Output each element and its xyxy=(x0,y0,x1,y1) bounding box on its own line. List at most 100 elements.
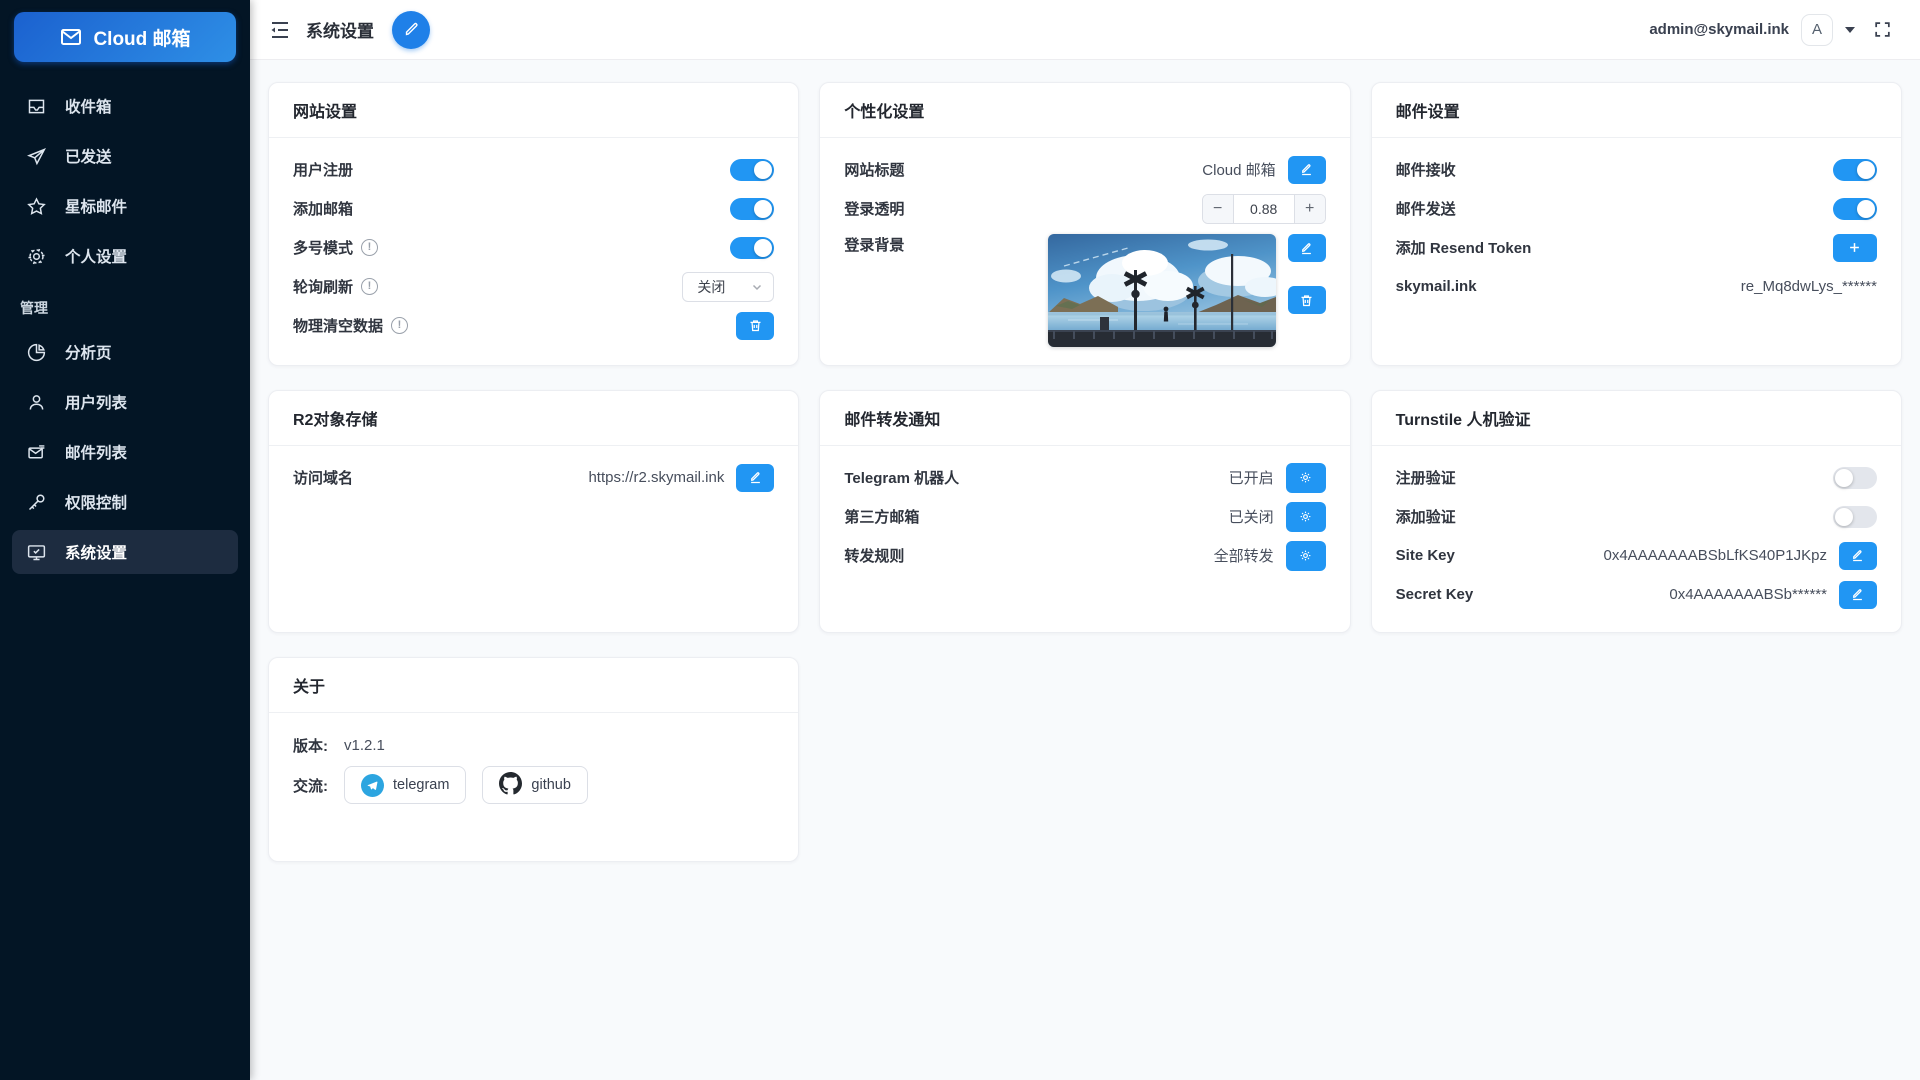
delete-background-button[interactable] xyxy=(1288,286,1326,314)
sidebar-item-label: 星标邮件 xyxy=(65,195,127,217)
menu-fold-icon[interactable] xyxy=(268,18,292,42)
github-link-button[interactable]: github xyxy=(482,766,588,804)
sidebar-item-mail-list[interactable]: 邮件列表 xyxy=(12,430,238,474)
add-mailbox-toggle[interactable] xyxy=(730,198,774,220)
setting-row-multi-mode: 多号模式! xyxy=(293,228,774,267)
about-version-row: 版本: v1.2.1 xyxy=(293,725,774,765)
app-logo-label: Cloud 邮箱 xyxy=(93,24,190,51)
card-r2-storage: R2对象存储 访问域名 https://r2.skymail.ink xyxy=(268,390,799,633)
edit-site-title-button[interactable] xyxy=(1288,156,1326,184)
sidebar-item-user-list[interactable]: 用户列表 xyxy=(12,380,238,424)
pencil-icon xyxy=(1299,241,1314,256)
version-value: v1.2.1 xyxy=(344,737,385,754)
sidebar-item-label: 系统设置 xyxy=(65,541,127,563)
decrease-button[interactable]: − xyxy=(1203,195,1233,223)
card-title: R2对象存储 xyxy=(269,391,798,446)
fullscreen-icon[interactable] xyxy=(1873,20,1892,39)
settings-grid: 网站设置 用户注册 添加邮箱 多号模式! 轮询刷 xyxy=(250,60,1920,884)
sidebar-item-analytics[interactable]: 分析页 xyxy=(12,330,238,374)
edit-site-key-button[interactable] xyxy=(1839,542,1877,570)
setting-row-poll-refresh: 轮询刷新! 关闭 xyxy=(293,267,774,306)
setting-row-login-opacity: 登录透明 − 0.88 + xyxy=(844,189,1325,228)
poll-refresh-select[interactable]: 关闭 xyxy=(682,272,774,302)
sidebar-item-permissions[interactable]: 权限控制 xyxy=(12,480,238,524)
card-title: 关于 xyxy=(269,658,798,713)
opacity-value[interactable]: 0.88 xyxy=(1233,195,1295,223)
login-background-image[interactable] xyxy=(1048,234,1276,347)
site-key-value: 0x4AAAAAAABSbLfKS40P1JKpz xyxy=(1604,547,1827,564)
gear-icon xyxy=(1298,548,1313,563)
sidebar-item-system-settings[interactable]: 系统设置 xyxy=(12,530,238,574)
sidebar-item-label: 邮件列表 xyxy=(65,441,127,463)
info-icon: ! xyxy=(361,278,378,295)
sidebar-item-label: 分析页 xyxy=(65,341,112,363)
secret-key-value: 0x4AAAAAAABSb****** xyxy=(1669,586,1827,603)
telegram-bot-settings-button[interactable] xyxy=(1286,463,1326,493)
setting-row-add-mailbox: 添加邮箱 xyxy=(293,189,774,228)
page-title: 系统设置 xyxy=(306,17,374,42)
sidebar-item-label: 用户列表 xyxy=(65,391,127,413)
multi-mode-toggle[interactable] xyxy=(730,237,774,259)
site-title-value: Cloud 邮箱 xyxy=(1202,159,1275,180)
setting-row-add-verify: 添加验证 xyxy=(1396,497,1877,536)
forward-rule-status: 全部转发 xyxy=(1214,545,1274,566)
card-forward-notify: 邮件转发通知 Telegram 机器人 已开启 第三方邮箱 已关闭 xyxy=(819,390,1350,633)
card-site-settings: 网站设置 用户注册 添加邮箱 多号模式! 轮询刷 xyxy=(268,82,799,366)
sidebar-item-starred[interactable]: 星标邮件 xyxy=(12,184,238,228)
chevron-down-icon[interactable] xyxy=(1845,27,1855,33)
app-logo[interactable]: Cloud 邮箱 xyxy=(14,12,236,62)
setting-row-purge-data: 物理清空数据! xyxy=(293,306,774,345)
info-icon: ! xyxy=(391,317,408,334)
sidebar-item-personal-settings[interactable]: 个人设置 xyxy=(12,234,238,278)
token-value: re_Mq8dwLys_****** xyxy=(1741,278,1877,295)
setting-row-secret-key: Secret Key 0x4AAAAAAABSb****** xyxy=(1396,575,1877,614)
mail-send-toggle[interactable] xyxy=(1833,198,1877,220)
setting-row-site-key: Site Key 0x4AAAAAAABSbLfKS40P1JKpz xyxy=(1396,536,1877,575)
add-resend-token-button[interactable] xyxy=(1833,234,1877,262)
telegram-link-button[interactable]: telegram xyxy=(344,766,466,804)
setting-row-login-background: 登录背景 xyxy=(844,228,1325,347)
purge-data-button[interactable] xyxy=(736,312,774,340)
edit-secret-key-button[interactable] xyxy=(1839,581,1877,609)
setting-row-site-title: 网站标题 Cloud 邮箱 xyxy=(844,150,1325,189)
edit-title-button[interactable] xyxy=(392,11,430,49)
sidebar-item-sent[interactable]: 已发送 xyxy=(12,134,238,178)
trash-icon xyxy=(748,318,763,333)
gear-icon xyxy=(1298,509,1313,524)
opacity-stepper: − 0.88 + xyxy=(1202,194,1326,224)
setting-row-resend-token: 添加 Resend Token xyxy=(1396,228,1877,267)
inbox-icon xyxy=(26,96,47,117)
setting-row-forward-rule: 转发规则 全部转发 xyxy=(844,536,1325,575)
github-icon xyxy=(499,772,522,799)
pencil-icon xyxy=(1850,587,1865,602)
mail-list-icon xyxy=(26,442,47,463)
pencil-icon xyxy=(1299,162,1314,177)
star-icon xyxy=(26,196,47,217)
send-icon xyxy=(26,146,47,167)
sidebar-section-management: 管理 xyxy=(10,284,240,324)
pie-chart-icon xyxy=(26,342,47,363)
card-title: Turnstile 人机验证 xyxy=(1372,391,1901,446)
sidebar-item-label: 已发送 xyxy=(65,145,112,167)
sidebar-item-inbox[interactable]: 收件箱 xyxy=(12,84,238,128)
sidebar-item-label: 个人设置 xyxy=(65,245,127,267)
avatar[interactable]: A xyxy=(1801,14,1833,46)
setting-row-user-register: 用户注册 xyxy=(293,150,774,189)
edit-background-button[interactable] xyxy=(1288,234,1326,262)
monitor-check-icon xyxy=(26,542,47,563)
card-about: 关于 版本: v1.2.1 交流: telegram xyxy=(268,657,799,862)
register-verify-toggle[interactable] xyxy=(1833,467,1877,489)
telegram-icon xyxy=(361,774,384,797)
edit-domain-button[interactable] xyxy=(736,464,774,492)
forward-rule-settings-button[interactable] xyxy=(1286,541,1326,571)
add-verify-toggle[interactable] xyxy=(1833,506,1877,528)
about-contact-row: 交流: telegram github xyxy=(293,765,774,805)
increase-button[interactable]: + xyxy=(1295,195,1325,223)
third-party-settings-button[interactable] xyxy=(1286,502,1326,532)
mail-icon xyxy=(59,25,83,49)
user-register-toggle[interactable] xyxy=(730,159,774,181)
mail-receive-toggle[interactable] xyxy=(1833,159,1877,181)
gear-icon xyxy=(1298,470,1313,485)
trash-icon xyxy=(1299,293,1314,308)
card-title: 邮件设置 xyxy=(1372,83,1901,138)
